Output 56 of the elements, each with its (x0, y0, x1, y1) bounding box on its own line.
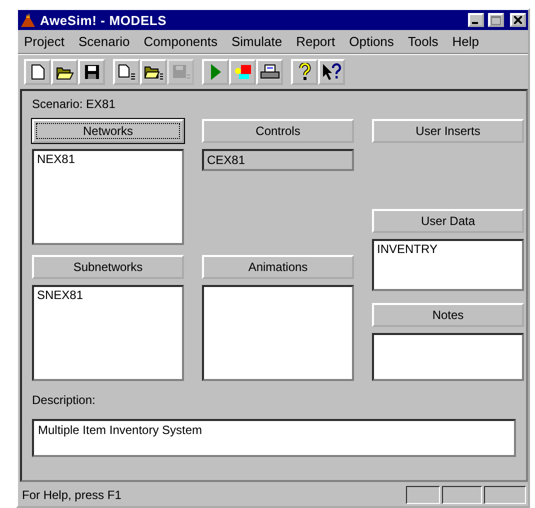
status-text: For Help, press F1 (22, 488, 122, 502)
menu-item[interactable]: Help (452, 34, 480, 49)
maximize-button[interactable] (488, 13, 504, 27)
subnetworks-list[interactable]: SNEX81 (32, 285, 184, 381)
scenario-label: Scenario: EX81 (32, 97, 116, 111)
menu-item[interactable]: Tools (408, 34, 438, 49)
printer-icon (260, 64, 280, 80)
controls-field[interactable]: CEX81 (202, 149, 354, 171)
maximize-icon (491, 16, 501, 24)
toolbar-button[interactable] (291, 59, 318, 85)
menu-item[interactable]: Project (24, 34, 64, 49)
subnetworks-button[interactable]: Subnetworks (32, 255, 184, 279)
color-squares-icon (234, 64, 252, 80)
folder-icon (56, 64, 74, 80)
folder-icon (144, 64, 164, 80)
menu-item[interactable]: Options (349, 34, 394, 49)
networks-list[interactable]: NEX81 (32, 149, 184, 245)
toolbar-button[interactable] (140, 59, 167, 85)
document-icon (118, 64, 136, 80)
floppy-disk-icon (172, 64, 190, 80)
list-item[interactable]: NEX81 (37, 152, 179, 166)
description-label: Description: (32, 393, 96, 407)
volcano-icon (20, 12, 36, 28)
pointer-question-icon (322, 63, 342, 81)
toolbar-button[interactable] (24, 59, 51, 85)
menu-item[interactable]: Simulate (232, 34, 282, 49)
minimize-button[interactable] (468, 13, 484, 27)
status-pane (442, 486, 482, 504)
user-data-button[interactable]: User Data (372, 209, 524, 233)
animations-button[interactable]: Animations (202, 255, 354, 279)
controls-button[interactable]: Controls (202, 119, 354, 143)
notes-list[interactable] (372, 333, 524, 381)
notes-button[interactable]: Notes (372, 303, 524, 327)
toolbar-button[interactable] (51, 59, 78, 85)
question-mark-icon (298, 63, 310, 81)
status-pane (484, 486, 526, 504)
menu-item[interactable]: Report (296, 34, 336, 49)
menu-item[interactable]: Scenario (78, 34, 130, 49)
user-data-list[interactable]: INVENTRY (372, 239, 524, 291)
close-icon (514, 16, 522, 24)
toolbar-button[interactable] (113, 59, 140, 85)
status-pane (406, 486, 440, 504)
window-title: AweSim! - MODELS (40, 12, 168, 28)
menu-item[interactable]: Components (144, 34, 218, 49)
toolbar-button[interactable] (318, 59, 345, 85)
list-item[interactable]: SNEX81 (37, 288, 179, 302)
close-button[interactable] (510, 13, 526, 27)
user-inserts-button[interactable]: User Inserts (372, 119, 524, 143)
play-icon (210, 63, 222, 81)
description-field[interactable]: Multiple Item Inventory System (32, 419, 516, 457)
toolbar-button[interactable] (256, 59, 283, 85)
animations-list[interactable] (202, 285, 354, 381)
toolbar-button[interactable] (78, 59, 105, 85)
document-icon (30, 64, 44, 80)
networks-button[interactable]: Networks (32, 119, 184, 143)
list-item[interactable]: INVENTRY (377, 242, 519, 256)
